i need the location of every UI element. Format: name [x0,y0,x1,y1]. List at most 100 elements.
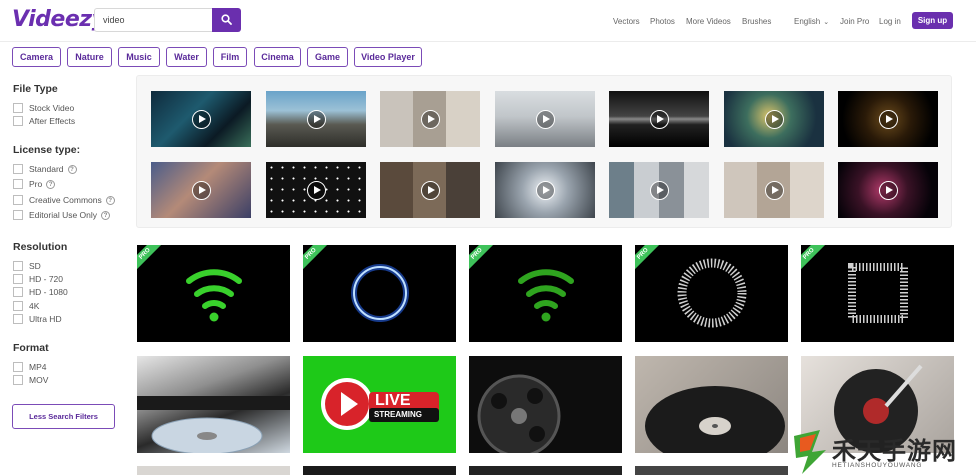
video-thumbnail[interactable] [609,91,709,147]
language-label: English [794,17,821,26]
video-card-vinyl[interactable] [635,356,788,453]
nav-brushes[interactable]: Brushes [742,17,771,26]
play-icon [765,181,784,200]
filter-label: Standard [29,164,64,174]
live-subtitle: STREAMING [374,410,422,419]
wifi-icon [518,269,574,322]
checkbox[interactable] [13,301,23,311]
video-card[interactable] [137,466,290,475]
play-icon [536,110,555,129]
video-card-wifi[interactable]: PRO [137,245,290,342]
checkbox[interactable] [13,103,23,113]
play-icon [421,181,440,200]
search-input[interactable] [94,8,213,32]
checkbox[interactable] [13,179,23,189]
video-thumbnail[interactable] [495,162,595,218]
filter-heading-file-type: File Type [13,83,58,95]
watermark-title: 禾天手游网 [832,437,957,465]
play-icon [650,110,669,129]
info-icon[interactable]: ? [105,196,115,205]
video-thumbnail[interactable] [380,162,480,218]
nav-photos[interactable]: Photos [650,17,675,26]
nav-login[interactable]: Log in [879,17,901,26]
video-thumbnail[interactable] [151,162,251,218]
tag-film[interactable]: Film [213,47,247,67]
sponsored-thumbnails-panel [136,75,952,228]
play-icon [192,181,211,200]
video-card-audio-square[interactable]: PRO [801,245,954,342]
filter-label: 4K [29,301,40,311]
search-button[interactable] [212,8,241,32]
checkbox[interactable] [13,314,23,324]
videezy-logo[interactable]: Videezy [12,7,106,32]
filter-label: Pro [29,179,43,189]
tag-video-player[interactable]: Video Player [354,47,422,67]
video-thumbnail[interactable] [151,91,251,147]
checkbox[interactable] [13,116,23,126]
play-icon [879,181,898,200]
video-thumbnail[interactable] [838,162,938,218]
dvd-graphic [137,396,290,453]
checkbox[interactable] [13,274,23,284]
filter-heading-license: License type: [13,144,81,156]
tag-water[interactable]: Water [166,47,207,67]
checkbox[interactable] [13,210,23,220]
video-thumbnail[interactable] [266,162,366,218]
nav-vectors[interactable]: Vectors [613,17,640,26]
video-thumbnail[interactable] [380,91,480,147]
video-card-audio-circle[interactable]: PRO [635,245,788,342]
nav-join-pro[interactable]: Join Pro [840,17,869,26]
play-icon [307,110,326,129]
audio-circle-graphic [677,258,747,328]
play-icon [307,181,326,200]
video-thumbnail[interactable] [838,91,938,147]
info-icon[interactable]: ? [67,165,77,174]
film-reel-graphic [477,374,561,453]
signup-button[interactable]: Sign up [912,12,953,29]
filter-heading-resolution: Resolution [13,241,68,253]
header-bar: Videezy Vectors Photos More Videos Brush… [0,0,976,42]
video-thumbnail[interactable] [609,162,709,218]
video-card-film-reel[interactable] [469,356,622,453]
video-card[interactable] [303,466,456,475]
video-card[interactable] [469,466,622,475]
play-icon [879,110,898,129]
video-thumbnail[interactable] [266,91,366,147]
filter-label: HD - 1080 [29,287,68,297]
checkbox[interactable] [13,362,23,372]
checkbox[interactable] [13,261,23,271]
filter-label: Stock Video [29,103,75,113]
video-card-wifi-2[interactable]: PRO [469,245,622,342]
filter-label: SD [29,261,41,271]
checkbox[interactable] [13,195,23,205]
info-icon[interactable]: ? [101,211,111,220]
video-card-dvd-drive[interactable] [137,356,290,453]
checkbox[interactable] [13,287,23,297]
tag-music[interactable]: Music [118,47,160,67]
tag-camera[interactable]: Camera [12,47,61,67]
video-card-live-streaming[interactable]: LIVE STREAMING [303,356,456,453]
nav-more-videos[interactable]: More Videos [686,17,731,26]
video-card[interactable] [635,466,788,475]
search-bar [94,8,241,32]
video-thumbnail[interactable] [724,162,824,218]
language-select[interactable]: English ⌄ [794,17,829,26]
video-thumbnail[interactable] [724,91,824,147]
tag-nature[interactable]: Nature [67,47,112,67]
video-thumbnail[interactable] [495,91,595,147]
vinyl-graphic [645,386,785,453]
ring-graphic [351,264,409,322]
video-card-blue-ring[interactable]: PRO [303,245,456,342]
less-search-filters-button[interactable]: Less Search Filters [12,404,115,429]
play-icon [192,110,211,129]
tag-game[interactable]: Game [307,47,348,67]
info-icon[interactable]: ? [46,180,56,189]
site-watermark: 禾天手游网 HETIANSHOUYOUWANG [790,428,976,475]
checkbox[interactable] [13,164,23,174]
live-title: LIVE [375,392,411,409]
tag-cinema[interactable]: Cinema [254,47,301,67]
checkbox[interactable] [13,375,23,385]
filter-label: Ultra HD [29,314,62,324]
filter-label: After Effects [29,116,76,126]
filter-label: Editorial Use Only [29,210,98,220]
